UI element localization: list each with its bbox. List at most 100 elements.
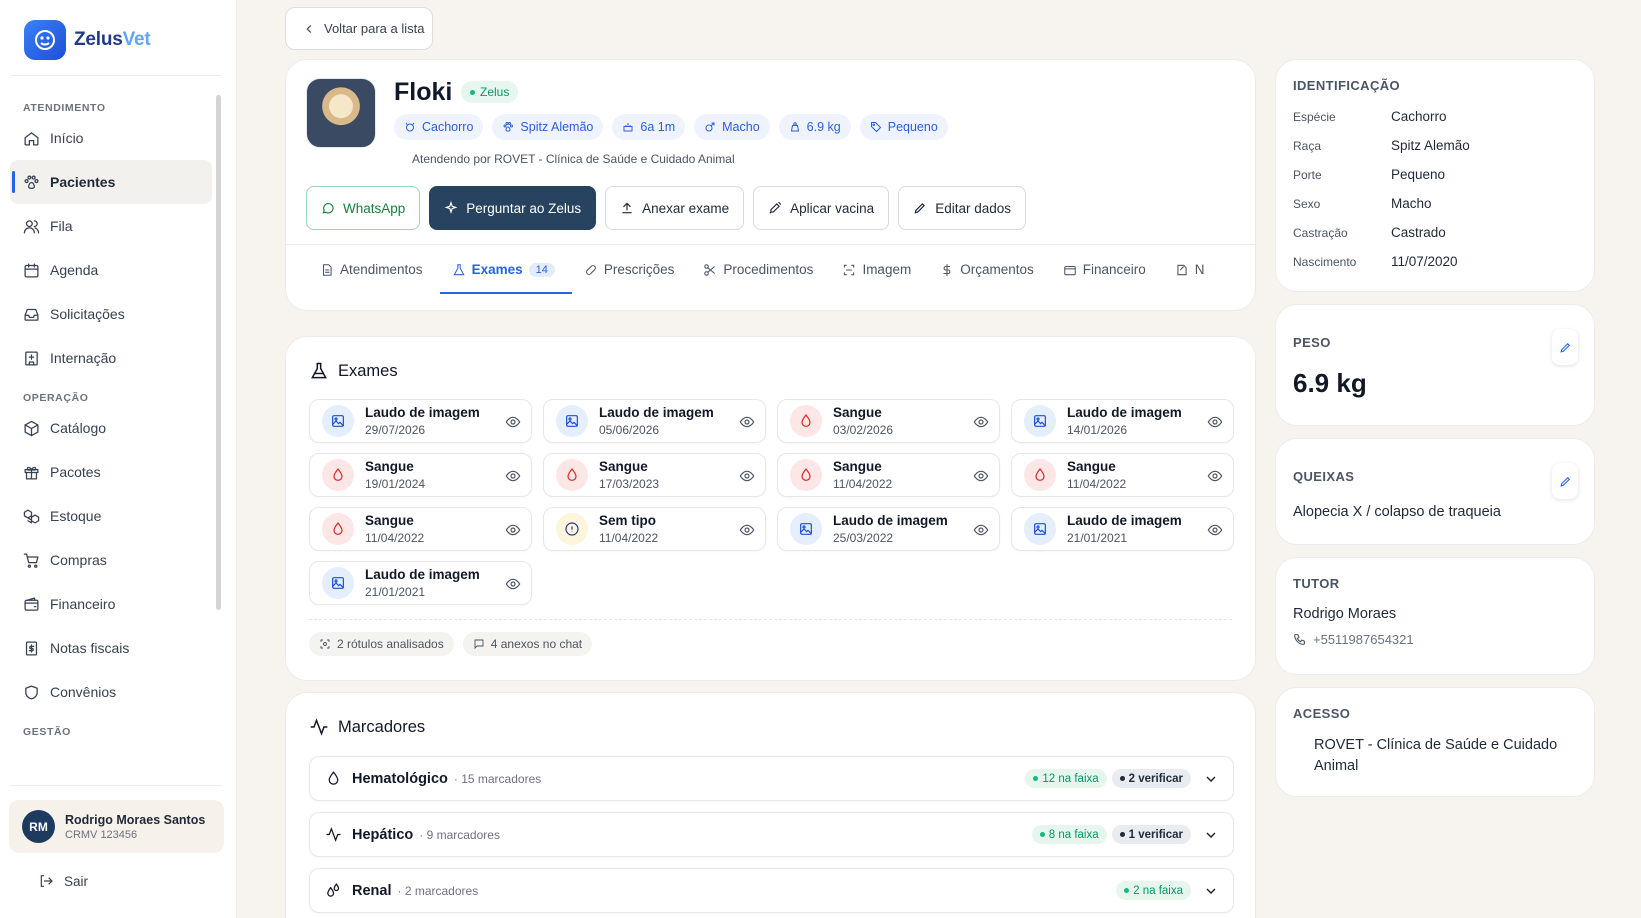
whatsapp-button[interactable]: WhatsApp: [306, 186, 421, 230]
eye-icon[interactable]: [973, 414, 989, 430]
identification-row: Porte Pequeno: [1293, 160, 1578, 189]
ask-zelus-button[interactable]: Perguntar ao Zelus: [429, 186, 597, 230]
sidebar-item-financeiro[interactable]: Financeiro: [10, 582, 212, 626]
exam-item[interactable]: Sem tipo 11/04/2022: [543, 507, 766, 551]
eye-icon[interactable]: [973, 468, 989, 484]
tab-imagem[interactable]: Imagem: [830, 245, 928, 294]
exam-date: 25/03/2022: [833, 531, 894, 545]
eye-icon[interactable]: [739, 468, 755, 484]
eye-icon[interactable]: [1207, 468, 1223, 484]
eye-icon[interactable]: [505, 414, 521, 430]
marker-group-hepatico[interactable]: Hepático · 9 marcadores 8 na faixa 1 ver…: [309, 812, 1234, 857]
sidebar-divider: [10, 785, 222, 786]
exam-grid: Laudo de imagem 29/07/2026 Laudo de imagem…: [309, 399, 1234, 605]
exam-type-icon: [1024, 405, 1056, 437]
tab-procedimentos[interactable]: Procedimentos: [691, 245, 830, 294]
tab-prescricoes[interactable]: Prescrições: [572, 245, 692, 294]
patient-name: Floki: [394, 78, 453, 106]
exam-title: Sangue: [365, 459, 414, 474]
eye-icon[interactable]: [739, 414, 755, 430]
marker-group-renal[interactable]: Renal · 2 marcadores 2 na faixa: [309, 868, 1234, 913]
edit-weight-button[interactable]: [1552, 329, 1578, 365]
sidebar-item-convenios[interactable]: Convênios: [10, 670, 212, 714]
pill-icon: [585, 264, 596, 275]
sidebar: ZelusVet ATENDIMENTO Início Pacientes Fi…: [0, 0, 237, 918]
patient-tabs: Atendimentos Exames 14 Prescrições Proced…: [308, 245, 1213, 294]
sidebar-item-pacotes[interactable]: Pacotes: [10, 450, 212, 494]
exam-title: Sangue: [1067, 459, 1116, 474]
exam-title: Sangue: [599, 459, 648, 474]
sidebar-item-catalogo[interactable]: Catálogo: [10, 406, 212, 450]
sidebar-item-compras[interactable]: Compras: [10, 538, 212, 582]
tab-exames[interactable]: Exames 14: [439, 245, 573, 294]
access-title: ACESSO: [1293, 706, 1351, 721]
exam-item[interactable]: Sangue 19/01/2024: [309, 453, 532, 497]
exam-item[interactable]: Laudo de imagem 25/03/2022: [777, 507, 1000, 551]
eye-icon[interactable]: [739, 522, 755, 538]
exam-item[interactable]: Sangue 17/03/2023: [543, 453, 766, 497]
exam-item[interactable]: Sangue 03/02/2026: [777, 399, 1000, 443]
attach-exam-button[interactable]: Anexar exame: [605, 186, 745, 230]
marker-group-hematologico[interactable]: Hematológico · 15 marcadores 12 na faixa…: [309, 756, 1234, 801]
exam-item[interactable]: Sangue 11/04/2022: [777, 453, 1000, 497]
user-card[interactable]: RM Rodrigo Moraes Santos CRMV 123456: [9, 800, 224, 853]
labels-analyzed-pill: 2 rótulos analisados: [309, 632, 454, 656]
eye-icon[interactable]: [1207, 414, 1223, 430]
sidebar-nav[interactable]: ATENDIMENTO Início Pacientes Fila Agenda…: [0, 90, 222, 775]
exam-item[interactable]: Laudo de imagem 29/07/2026: [309, 399, 532, 443]
edit-complaints-button[interactable]: [1552, 463, 1578, 499]
sidebar-item-solicitacoes[interactable]: Solicitações: [10, 292, 212, 336]
tab-notas[interactable]: N: [1163, 245, 1213, 294]
exam-date: 11/04/2022: [833, 477, 893, 491]
sidebar-item-internacao[interactable]: Internação: [10, 336, 212, 380]
sidebar-scrollbar[interactable]: [216, 95, 221, 610]
in-range-badge: 2 na faixa: [1116, 881, 1191, 900]
avatar: RM: [22, 810, 55, 843]
tutor-phone[interactable]: +5511987654321: [1293, 632, 1578, 647]
cart-icon: [23, 552, 39, 568]
logout-button[interactable]: Sair: [38, 873, 88, 889]
exam-title: Sangue: [833, 459, 882, 474]
chevron-down-icon[interactable]: [1203, 883, 1219, 899]
pulse-icon: [326, 827, 341, 842]
shield-icon: [25, 684, 38, 700]
chevron-down-icon[interactable]: [1203, 771, 1219, 787]
eye-icon[interactable]: [1207, 522, 1223, 538]
exam-item[interactable]: Sangue 11/04/2022: [309, 507, 532, 551]
sidebar-item-notas-fiscais[interactable]: Notas fiscais: [10, 626, 212, 670]
apply-vaccine-button[interactable]: Aplicar vacina: [753, 186, 890, 230]
exam-item[interactable]: Laudo de imagem 21/01/2021: [309, 561, 532, 605]
edit-data-button[interactable]: Editar dados: [898, 186, 1027, 230]
sidebar-item-fila[interactable]: Fila: [10, 204, 212, 248]
sidebar-item-pacientes[interactable]: Pacientes: [10, 160, 212, 204]
back-to-list-button[interactable]: Voltar para a lista: [285, 7, 433, 50]
exam-type-icon: [556, 459, 588, 491]
eye-icon[interactable]: [505, 468, 521, 484]
logout-icon: [40, 875, 53, 887]
sidebar-item-agenda[interactable]: Agenda: [10, 248, 212, 292]
tab-financeiro[interactable]: Financeiro: [1051, 245, 1163, 294]
in-range-badge: 8 na faixa: [1031, 825, 1107, 844]
home-icon: [24, 131, 39, 146]
upload-icon: [622, 202, 632, 214]
exam-date: 21/01/2021: [365, 585, 426, 599]
sidebar-item-inicio[interactable]: Início: [10, 116, 212, 160]
receipt-icon: [25, 640, 38, 656]
exam-item[interactable]: Sangue 11/04/2022: [1011, 453, 1234, 497]
exam-item[interactable]: Laudo de imagem 21/01/2021: [1011, 507, 1234, 551]
exam-title: Sem tipo: [599, 513, 657, 528]
image-icon: [332, 415, 344, 427]
exam-item[interactable]: Laudo de imagem 05/06/2026: [543, 399, 766, 443]
eye-icon[interactable]: [505, 522, 521, 538]
eye-icon[interactable]: [505, 576, 521, 592]
app-logo[interactable]: ZelusVet: [24, 20, 151, 60]
sidebar-item-estoque[interactable]: Estoque: [10, 494, 212, 538]
eye-icon[interactable]: [973, 522, 989, 538]
tab-atendimentos[interactable]: Atendimentos: [308, 245, 440, 294]
exam-item[interactable]: Laudo de imagem 14/01/2026: [1011, 399, 1234, 443]
chevron-down-icon[interactable]: [1203, 827, 1219, 843]
field-label: Nascimento: [1293, 254, 1357, 269]
weight-title: PESO: [1293, 335, 1331, 350]
tab-orcamentos[interactable]: Orçamentos: [928, 245, 1051, 294]
exams-card: Exames Laudo de imagem 29/07/2026 Laudo de…: [285, 336, 1256, 681]
